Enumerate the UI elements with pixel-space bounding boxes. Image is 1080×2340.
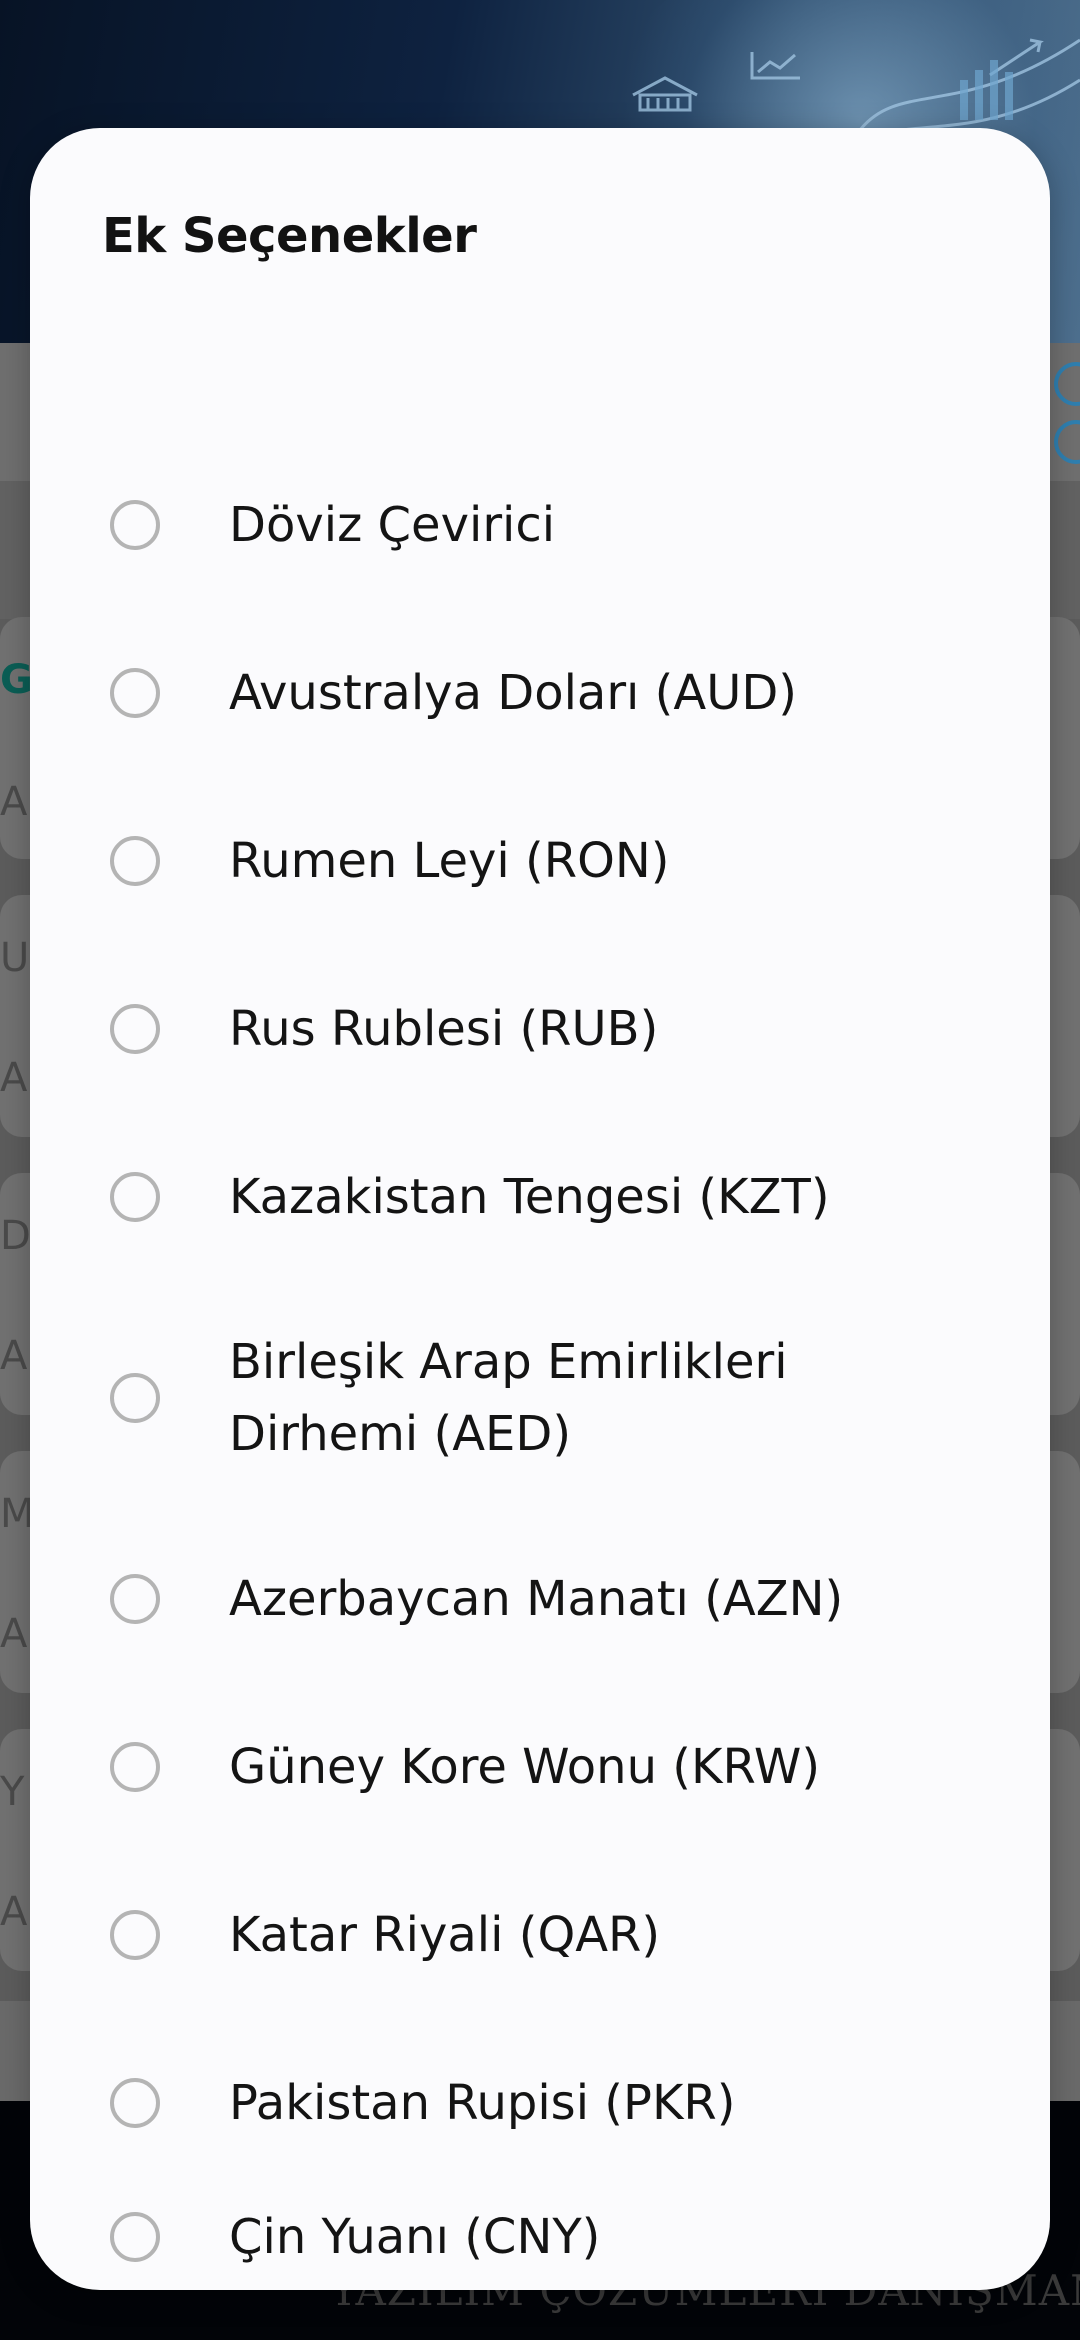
option-kzt[interactable]: Kazakistan Tengesi (KZT) [30,1113,1050,1281]
option-label: Rumen Leyi (RON) [229,833,670,889]
options-dialog: Ek Seçenekler Döviz Çevirici Avustralya … [30,128,1050,2290]
option-label: Çin Yuanı (CNY) [229,2209,601,2265]
radio-button[interactable] [110,2078,160,2128]
option-label: Azerbaycan Manatı (AZN) [229,1571,844,1627]
card-initial: U [0,935,30,981]
dialog-title: Ek Seçenekler [102,208,477,264]
option-label: Rus Rublesi (RUB) [229,1001,659,1057]
option-label: Kazakistan Tengesi (KZT) [229,1169,830,1225]
option-label: Pakistan Rupisi (PKR) [229,2075,736,2131]
card-initial: G [0,657,33,703]
radio-button[interactable] [110,836,160,886]
option-label: Avustralya Doları (AUD) [229,665,798,721]
radio-button[interactable] [110,500,160,550]
radio-button[interactable] [110,1574,160,1624]
radio-button[interactable] [110,1742,160,1792]
option-doviz-cevirici[interactable]: Döviz Çevirici [30,441,1050,609]
circle-icon [1054,420,1080,464]
option-aud[interactable]: Avustralya Doları (AUD) [30,609,1050,777]
radio-button[interactable] [110,2212,160,2262]
card-initial: A [0,1611,28,1657]
option-label: Katar Riyali (QAR) [229,1907,661,1963]
option-ron[interactable]: Rumen Leyi (RON) [30,777,1050,945]
radio-button[interactable] [110,1373,160,1423]
card-initial: A [0,1333,28,1379]
option-aed[interactable]: Birleşik Arap Emirlikleri Dirhemi (AED) [30,1281,1050,1515]
option-qar[interactable]: Katar Riyali (QAR) [30,1851,1050,2019]
option-label: Döviz Çevirici [229,497,556,553]
circle-icon [1054,362,1080,406]
option-rub[interactable]: Rus Rublesi (RUB) [30,945,1050,1113]
card-initial: A [0,1889,28,1935]
card-initial: Y [0,1769,25,1815]
option-cny[interactable]: Çin Yuanı (CNY) [30,2187,1050,2287]
radio-button[interactable] [110,1910,160,1960]
option-azn[interactable]: Azerbaycan Manatı (AZN) [30,1515,1050,1683]
background-side-icons [1054,362,1080,478]
option-label: Birleşik Arap Emirlikleri Dirhemi (AED) [229,1334,788,1462]
option-krw[interactable]: Güney Kore Wonu (KRW) [30,1683,1050,1851]
option-pkr[interactable]: Pakistan Rupisi (PKR) [30,2019,1050,2187]
option-label: Güney Kore Wonu (KRW) [229,1739,821,1795]
radio-button[interactable] [110,1004,160,1054]
radio-button[interactable] [110,668,160,718]
card-initial: D [0,1213,31,1259]
radio-button[interactable] [110,1172,160,1222]
card-initial: A [0,779,28,825]
card-initial: A [0,1055,28,1101]
